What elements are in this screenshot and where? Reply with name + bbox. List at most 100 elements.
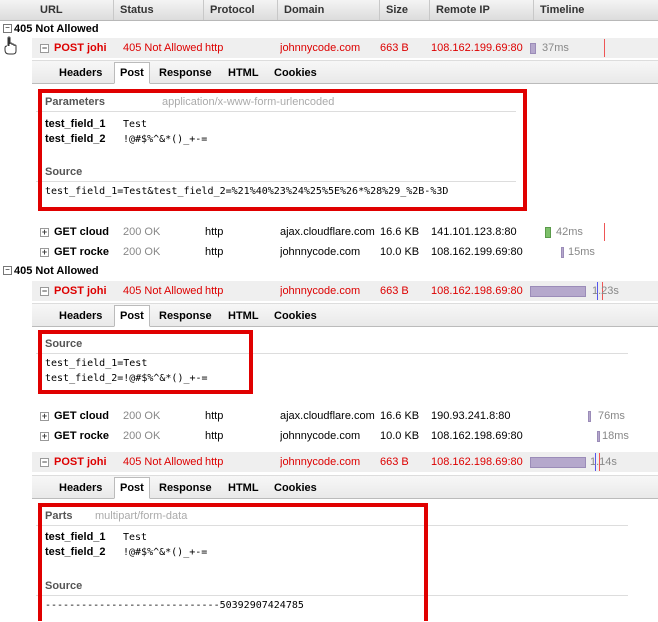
tab-post[interactable]: Post — [114, 62, 150, 84]
detail-tabs: Headers Post Response HTML Cookies — [32, 304, 658, 327]
request-ip: 108.162.198.69:80 — [431, 456, 523, 468]
col-size[interactable]: Size — [380, 0, 430, 20]
expand-icon[interactable]: + — [40, 248, 49, 257]
request-ip: 108.162.198.69:80 — [431, 430, 523, 442]
collapse-icon[interactable]: − — [40, 287, 49, 296]
request-protocol: http — [205, 246, 224, 258]
request-row[interactable]: − POST johi 405 Not Allowed http johnnyc… — [32, 38, 658, 58]
tab-html[interactable]: HTML — [223, 63, 264, 83]
timeline-duration: 15ms — [568, 246, 595, 258]
col-protocol[interactable]: Protocol — [204, 0, 278, 20]
detail-tabs: Headers Post Response HTML Cookies — [32, 61, 658, 84]
col-url[interactable]: URL — [0, 0, 114, 20]
request-row[interactable]: + GET cloud 200 OK http ajax.cloudflare.… — [32, 222, 658, 242]
request-protocol: http — [205, 410, 224, 422]
timeline-duration: 18ms — [602, 430, 629, 442]
request-url[interactable]: GET rocke — [54, 426, 114, 446]
tab-post[interactable]: Post — [114, 477, 150, 499]
col-domain[interactable]: Domain — [278, 0, 380, 20]
expand-icon[interactable]: + — [40, 412, 49, 421]
request-protocol: http — [205, 42, 224, 54]
request-domain: johnnycode.com — [280, 42, 361, 54]
tab-cookies[interactable]: Cookies — [269, 478, 322, 498]
request-row[interactable]: + GET rocke 200 OK http johnnycode.com 1… — [32, 242, 658, 262]
request-row[interactable]: + GET rocke 200 OK http johnnycode.com 1… — [32, 426, 658, 446]
tab-headers[interactable]: Headers — [54, 306, 107, 326]
timeline-bar — [530, 286, 586, 297]
timeline-duration: 1.23s — [592, 285, 619, 297]
request-ip: 108.162.199.69:80 — [431, 246, 523, 258]
col-status[interactable]: Status — [114, 0, 204, 20]
request-domain: ajax.cloudflare.com — [280, 410, 375, 422]
request-status: 200 OK — [123, 226, 161, 238]
tab-headers[interactable]: Headers — [54, 63, 107, 83]
timeline-bar — [530, 43, 536, 54]
expand-icon[interactable]: + — [40, 228, 49, 237]
tab-cookies[interactable]: Cookies — [269, 63, 322, 83]
collapse-icon[interactable]: − — [3, 266, 12, 275]
request-domain: johnnycode.com — [280, 456, 361, 468]
timeline-bar — [545, 227, 551, 238]
group-title: 405 Not Allowed — [14, 265, 99, 277]
request-protocol: http — [205, 456, 224, 468]
request-status: 200 OK — [123, 430, 161, 442]
request-size: 10.0 KB — [380, 430, 420, 442]
col-remote-ip[interactable]: Remote IP — [430, 0, 534, 20]
request-ip: 108.162.198.69:80 — [431, 285, 523, 297]
highlight-box — [38, 330, 253, 394]
request-url[interactable]: POST johi — [54, 452, 114, 472]
timeline-duration: 37ms — [542, 42, 569, 54]
request-status: 405 Not Allowed — [123, 456, 203, 468]
request-size: 16.6 KB — [380, 226, 420, 238]
request-row[interactable]: − POST johi 405 Not Allowed http johnnyc… — [32, 281, 658, 301]
highlight-box — [38, 89, 527, 211]
request-domain: johnnycode.com — [280, 285, 361, 297]
timeline-bar — [588, 411, 591, 422]
tab-post[interactable]: Post — [114, 305, 150, 327]
detail-tabs: Headers Post Response HTML Cookies — [32, 476, 658, 499]
request-domain: johnnycode.com — [280, 246, 361, 258]
request-size: 663 B — [380, 42, 409, 54]
request-domain: ajax.cloudflare.com — [280, 226, 375, 238]
request-size: 16.6 KB — [380, 410, 420, 422]
timeline-bar — [530, 457, 586, 468]
request-status: 200 OK — [123, 410, 161, 422]
request-domain: johnnycode.com — [280, 430, 361, 442]
request-protocol: http — [205, 430, 224, 442]
tab-cookies[interactable]: Cookies — [269, 306, 322, 326]
timeline-duration: 1.14s — [590, 456, 617, 468]
collapse-icon[interactable]: − — [40, 44, 49, 53]
request-url[interactable]: GET cloud — [54, 406, 114, 426]
request-url[interactable]: GET cloud — [54, 222, 114, 242]
group-header[interactable]: − 405 Not Allowed — [0, 20, 658, 38]
request-row[interactable]: − POST johi 405 Not Allowed http johnnyc… — [32, 452, 658, 472]
tab-headers[interactable]: Headers — [54, 478, 107, 498]
request-protocol: http — [205, 285, 224, 297]
group-header[interactable]: − 405 Not Allowed — [0, 262, 658, 280]
timeline-duration: 76ms — [598, 410, 625, 422]
collapse-icon[interactable]: − — [3, 24, 12, 33]
tab-response[interactable]: Response — [154, 478, 217, 498]
expand-icon[interactable]: + — [40, 432, 49, 441]
request-url[interactable]: GET rocke — [54, 242, 114, 262]
request-status: 405 Not Allowed — [123, 285, 203, 297]
timeline-bar — [561, 247, 564, 258]
tab-response[interactable]: Response — [154, 306, 217, 326]
request-row[interactable]: + GET cloud 200 OK http ajax.cloudflare.… — [32, 406, 658, 426]
request-protocol: http — [205, 226, 224, 238]
hand-cursor-icon — [4, 36, 17, 55]
tab-html[interactable]: HTML — [223, 478, 264, 498]
timeline-duration: 42ms — [556, 226, 583, 238]
tab-html[interactable]: HTML — [223, 306, 264, 326]
timeline-bar — [597, 431, 600, 442]
column-header: URL Status Protocol Domain Size Remote I… — [0, 0, 658, 21]
timeline-marker — [604, 223, 605, 241]
tab-response[interactable]: Response — [154, 63, 217, 83]
request-status: 200 OK — [123, 246, 161, 258]
request-url[interactable]: POST johi — [54, 281, 114, 301]
request-ip: 190.93.241.8:80 — [431, 410, 511, 422]
col-timeline[interactable]: Timeline — [534, 0, 658, 20]
request-url[interactable]: POST johi — [54, 38, 114, 58]
request-ip: 108.162.199.69:80 — [431, 42, 523, 54]
collapse-icon[interactable]: − — [40, 458, 49, 467]
